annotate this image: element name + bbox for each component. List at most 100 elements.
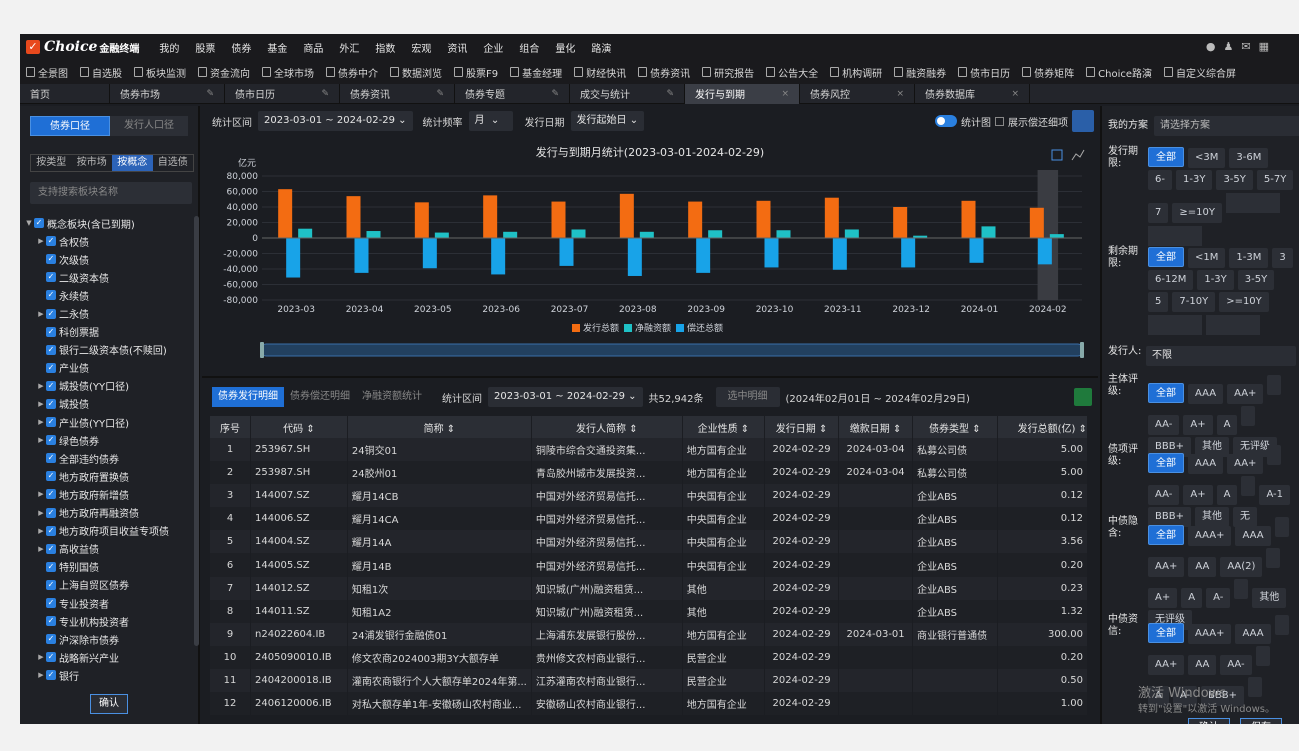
expand-arrow-icon[interactable]: ▶ bbox=[36, 490, 46, 498]
tree-item[interactable]: ▶ ✓ 地方政府项目收益专项债 bbox=[24, 522, 194, 540]
expand-arrow-icon[interactable]: ▼ bbox=[24, 219, 34, 227]
filter-chip[interactable]: A bbox=[1181, 588, 1203, 608]
column-header[interactable]: 发行日期 ⇕ bbox=[764, 416, 840, 438]
table-range-select[interactable]: 2023-03-01 ~ 2024-02-29 ⌄ bbox=[488, 387, 643, 407]
menu-item[interactable]: 指数 bbox=[367, 40, 403, 55]
checkbox-icon[interactable]: ✓ bbox=[46, 290, 56, 301]
filter-chip[interactable]: 1-3Y bbox=[1197, 270, 1234, 290]
checkbox-icon[interactable]: ✓ bbox=[46, 489, 56, 500]
date-select[interactable]: 发行起始日 ⌄ bbox=[570, 111, 645, 131]
filter-chip[interactable]: 全部 bbox=[1148, 453, 1184, 473]
filter-chip[interactable] bbox=[1234, 579, 1249, 599]
detail-tab[interactable]: 债券发行明细 bbox=[212, 387, 284, 407]
filter-chip[interactable] bbox=[1255, 646, 1270, 666]
checkbox-icon[interactable]: ✓ bbox=[46, 344, 56, 355]
filter-chip[interactable]: >=10Y bbox=[1219, 292, 1269, 312]
pin-icon[interactable]: ✎ bbox=[321, 89, 329, 99]
close-icon[interactable]: × bbox=[1011, 89, 1019, 99]
table-row[interactable]: 9 n24022604.IB 24浦发银行金融债01 上海浦东发展银行股份... 地方国… bbox=[210, 622, 1089, 646]
filter-chip[interactable] bbox=[1267, 375, 1282, 395]
filter-chip[interactable] bbox=[1241, 406, 1256, 426]
issuer-select[interactable]: 不限 bbox=[1146, 346, 1296, 366]
tree-item[interactable]: ✓ 次级债 bbox=[24, 250, 194, 268]
toolbar-item[interactable]: 全球市场 bbox=[256, 65, 320, 80]
sector-search-input[interactable]: 支持搜索板块名称 bbox=[30, 182, 192, 204]
filter-chip[interactable]: 其他 bbox=[1252, 588, 1287, 608]
checkbox-icon[interactable]: ✓ bbox=[46, 543, 56, 554]
table-row[interactable]: 10 2405090010.IB 修文农商2024003期3Y大额存单 贵州修文农村商… bbox=[210, 645, 1089, 669]
toolbar-item[interactable]: 研究报告 bbox=[696, 65, 760, 80]
filter-chip[interactable]: 3 bbox=[1272, 248, 1293, 268]
category-tab[interactable]: 按市场 bbox=[72, 155, 113, 171]
range-max-input[interactable] bbox=[1148, 226, 1202, 246]
tree-item[interactable]: ▶ ✓ 绿色债券 bbox=[24, 431, 194, 449]
filter-chip[interactable]: 全部 bbox=[1148, 247, 1184, 267]
category-tab[interactable]: 自选债 bbox=[153, 155, 194, 171]
filter-chip[interactable]: A bbox=[1216, 415, 1238, 435]
expand-arrow-icon[interactable]: ▶ bbox=[36, 400, 46, 408]
expand-arrow-icon[interactable]: ▶ bbox=[36, 237, 46, 245]
tab-3[interactable]: 债券资讯 ✎ bbox=[340, 83, 455, 104]
expand-arrow-icon[interactable]: ▶ bbox=[36, 310, 46, 318]
checkbox-icon[interactable]: ✓ bbox=[46, 398, 56, 409]
checkbox-icon[interactable]: ✓ bbox=[46, 652, 56, 663]
tree-item[interactable]: ✓ 专业投资者 bbox=[24, 594, 194, 612]
toolbar-item[interactable]: 公告大全 bbox=[760, 65, 824, 80]
toolbar-item[interactable]: 资金流向 bbox=[192, 65, 256, 80]
expand-arrow-icon[interactable]: ▶ bbox=[36, 418, 46, 426]
tree-item[interactable]: ✓ 全部违约债券 bbox=[24, 449, 194, 467]
checkbox-icon[interactable]: ✓ bbox=[46, 417, 56, 428]
tree-item[interactable]: ✓ 特别国债 bbox=[24, 558, 194, 576]
filter-chip[interactable]: A bbox=[1216, 485, 1238, 505]
category-tab[interactable]: 按概念 bbox=[112, 155, 153, 171]
filter-chip[interactable]: <1M bbox=[1188, 248, 1226, 268]
scope-issuer[interactable]: 发行人口径 bbox=[110, 116, 188, 136]
checkbox-icon[interactable]: ✓ bbox=[46, 598, 56, 609]
plan-select[interactable]: 请选择方案 bbox=[1154, 116, 1299, 136]
tree-scrollbar[interactable] bbox=[194, 216, 199, 646]
tree-item[interactable]: ▶ ✓ 地方政府再融资债 bbox=[24, 504, 194, 522]
checkbox-icon[interactable]: ✓ bbox=[46, 435, 56, 446]
menu-item[interactable]: 股票 bbox=[187, 40, 223, 55]
range-max-input[interactable] bbox=[1206, 315, 1260, 335]
filter-chip[interactable] bbox=[1241, 476, 1256, 496]
table-row[interactable]: 12 2406120006.IB 对私大额存单1年-安徽砀山农村商业... 安徽砀山农… bbox=[210, 692, 1089, 716]
column-header[interactable]: 债券类型 ⇕ bbox=[912, 416, 998, 438]
tab-6[interactable]: 发行与到期 × bbox=[685, 83, 800, 104]
pin-icon[interactable]: ✎ bbox=[551, 89, 559, 99]
tree-item[interactable]: ▶ ✓ 产业债(YY口径) bbox=[24, 413, 194, 431]
tree-item[interactable]: ✓ 地方政府置换债 bbox=[24, 467, 194, 485]
user-icon[interactable]: ♟ bbox=[1224, 40, 1234, 53]
filter-chip[interactable]: 6-12M bbox=[1148, 270, 1194, 290]
column-header[interactable]: 序号 bbox=[210, 416, 252, 438]
tab-0[interactable]: 首页 bbox=[20, 83, 110, 104]
filter-chip[interactable]: A- bbox=[1206, 588, 1231, 608]
column-header[interactable]: 发行总额(亿) ⇕ bbox=[997, 416, 1089, 438]
filter-chip[interactable] bbox=[1267, 445, 1282, 465]
filter-chip[interactable]: 3-5Y bbox=[1216, 170, 1253, 190]
detail-tab[interactable]: 净融资额统计 bbox=[356, 387, 428, 407]
tree-item[interactable]: ✓ 产业债 bbox=[24, 359, 194, 377]
table-row[interactable]: 6 144005.SZ 耀月14B 中国对外经济贸易信托... 中央国有企业 2024-0… bbox=[210, 553, 1089, 577]
checkbox-icon[interactable]: ✓ bbox=[46, 579, 56, 590]
expand-arrow-icon[interactable]: ▶ bbox=[36, 671, 46, 679]
range-min-input[interactable] bbox=[1225, 193, 1280, 213]
table-row[interactable]: 8 144011.SZ 知租1A2 知识城(广州)融资租赁... 其他 2024-02-2… bbox=[210, 599, 1089, 623]
tree-item[interactable]: ✓ 银行二级资本债(不赎回) bbox=[24, 341, 194, 359]
toolbar-item[interactable]: 债市日历 bbox=[952, 65, 1016, 80]
expand-arrow-icon[interactable]: ▶ bbox=[36, 545, 46, 553]
toolbar-item[interactable]: Choice路演 bbox=[1080, 65, 1158, 80]
table-row[interactable]: 7 144012.SZ 知租1次 知识城(广州)融资租赁... 其他 2024-02-29… bbox=[210, 576, 1089, 600]
save-button[interactable]: 保存 bbox=[1240, 718, 1282, 724]
tree-item[interactable]: ▶ ✓ 高收益债 bbox=[24, 540, 194, 558]
filter-chip[interactable]: AA+ bbox=[1148, 655, 1185, 675]
checkbox-icon[interactable]: ✓ bbox=[46, 471, 56, 482]
checkbox-icon[interactable]: ✓ bbox=[46, 616, 56, 627]
checkbox-icon[interactable]: ✓ bbox=[46, 254, 56, 265]
filter-chip[interactable]: AAA bbox=[1235, 526, 1271, 546]
chat-icon[interactable]: ● bbox=[1206, 40, 1216, 53]
table-row[interactable]: 4 144006.SZ 耀月14CA 中国对外经济贸易信托... 中央国有企业 2024-… bbox=[210, 507, 1089, 531]
menu-item[interactable]: 资讯 bbox=[439, 40, 475, 55]
tree-item[interactable]: ✓ 沪深除市债券 bbox=[24, 630, 194, 648]
filter-chip[interactable]: 5-7Y bbox=[1256, 170, 1294, 190]
